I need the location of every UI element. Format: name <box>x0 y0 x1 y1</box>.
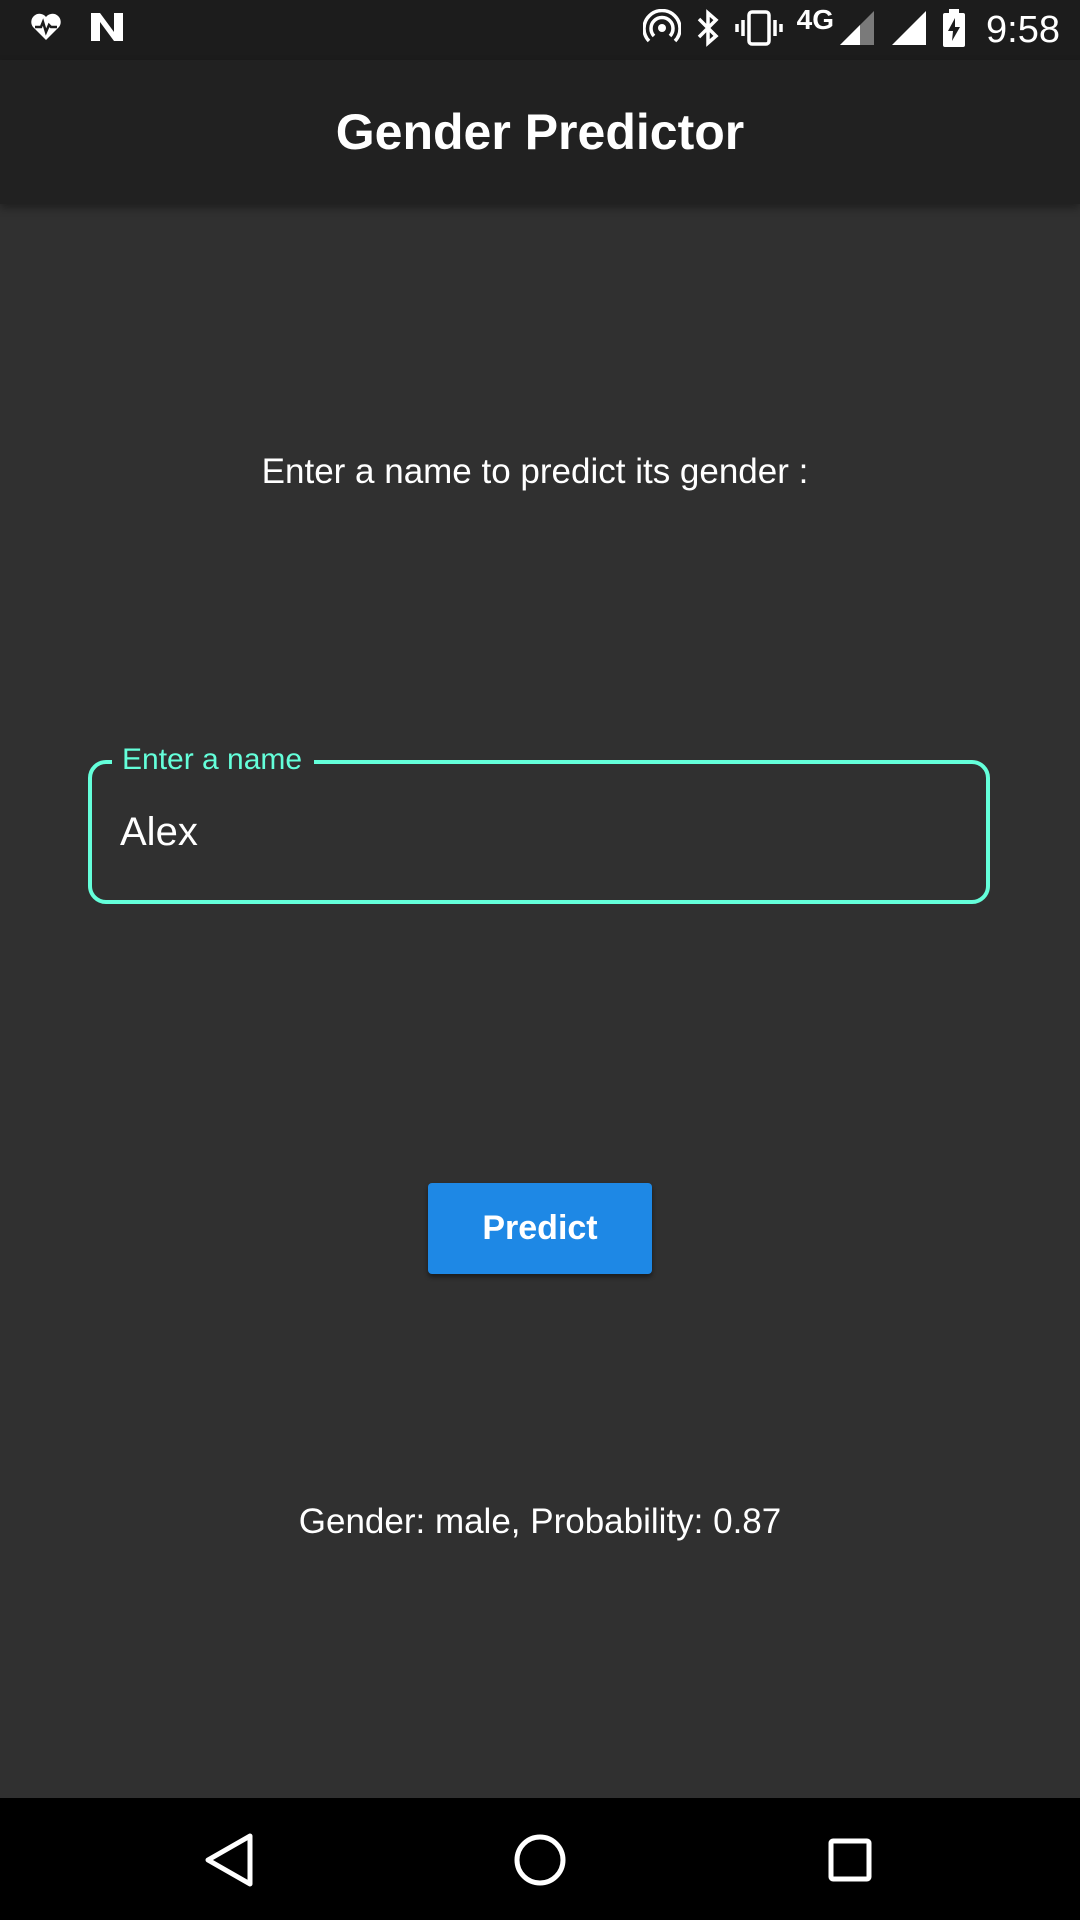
bluetooth-icon <box>695 8 721 52</box>
app-title: Gender Predictor <box>335 104 745 160</box>
home-icon[interactable] <box>508 1828 572 1892</box>
vibrate-icon <box>734 9 783 52</box>
name-input[interactable]: Alex <box>120 810 198 855</box>
back-icon[interactable] <box>198 1828 262 1892</box>
hotspot-icon <box>641 8 682 52</box>
n-notification-icon <box>88 10 126 49</box>
name-field[interactable]: Enter a name Alex <box>88 740 990 904</box>
name-field-label: Enter a name <box>112 740 315 780</box>
status-bar: 4G 9:58 <box>0 0 1080 60</box>
status-time: 9:58 <box>986 8 1060 51</box>
heart-pulse-icon <box>30 12 62 47</box>
signal-4g-icon <box>838 9 876 52</box>
battery-charging-icon <box>942 8 966 53</box>
network-type-label: 4G <box>796 4 835 35</box>
app-bar: Gender Predictor <box>0 60 1080 204</box>
recents-icon[interactable] <box>818 1828 882 1892</box>
predict-button[interactable]: Predict <box>428 1183 652 1274</box>
instruction-text: Enter a name to predict its gender : <box>261 452 809 491</box>
navigation-bar <box>0 1798 1080 1920</box>
prediction-result: Gender: male, Probability: 0.87 <box>298 1502 782 1541</box>
signal-icon <box>890 9 928 52</box>
